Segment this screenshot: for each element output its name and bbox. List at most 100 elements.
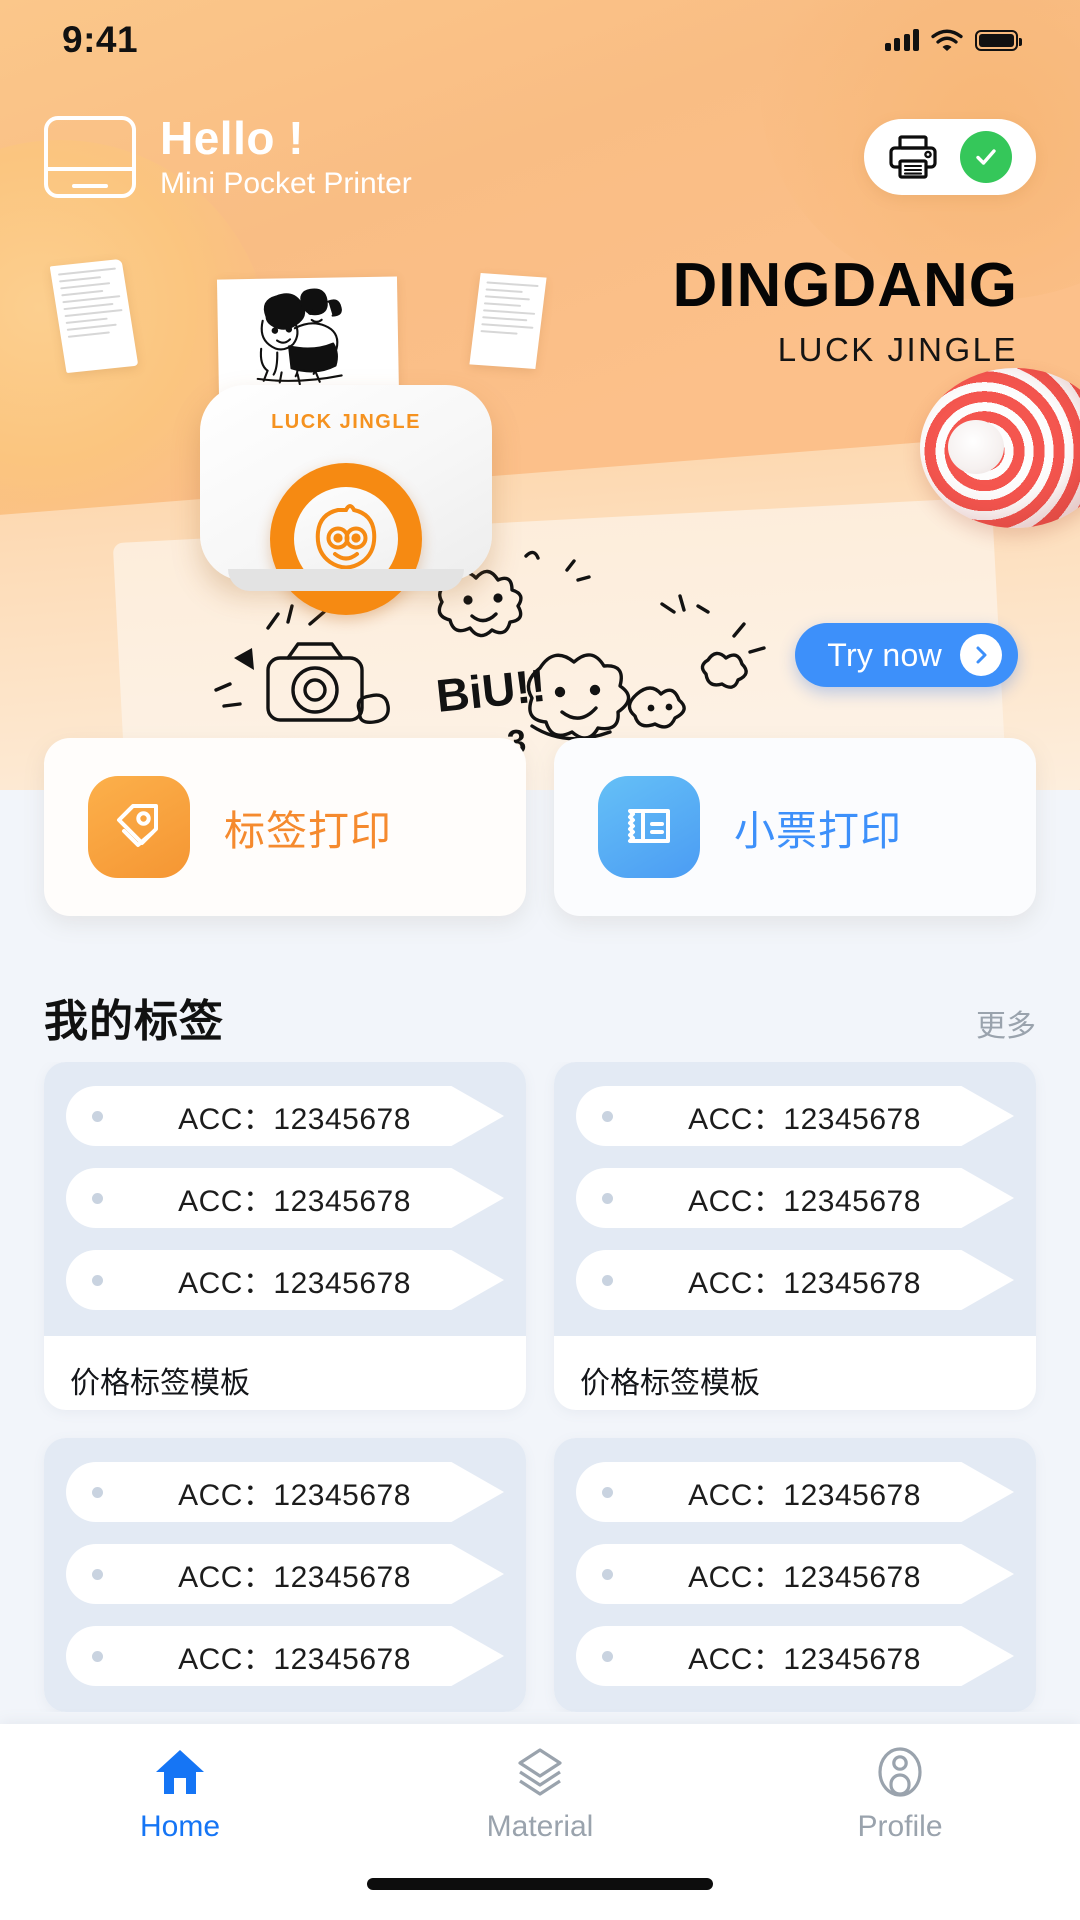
bullet-dot-icon	[92, 1568, 103, 1580]
label-ribbon-text: ACC：12345678	[688, 1479, 921, 1512]
label-ribbon-row: ACC：12345678	[66, 1544, 504, 1604]
check-circle-icon	[960, 131, 1012, 183]
brand-tagline: LUCK JINGLE	[777, 331, 1018, 368]
home-icon	[156, 1750, 204, 1794]
tab-profile-label: Profile	[857, 1810, 943, 1843]
label-ribbon-text: ACC：12345678	[688, 1185, 921, 1218]
label-ribbon-text: ACC：12345678	[178, 1561, 411, 1594]
label-ribbon-row: ACC：12345678	[66, 1462, 504, 1522]
printer-button-ring	[270, 463, 422, 615]
tab-material[interactable]: Material	[360, 1746, 720, 1844]
label-ribbon-text: ACC：12345678	[688, 1643, 921, 1676]
bullet-dot-icon	[602, 1192, 613, 1204]
printed-doodle-art	[256, 288, 343, 386]
printer-brand-label: LUCK JINGLE	[271, 411, 421, 433]
status-bar-icons	[884, 29, 1022, 52]
label-print-card[interactable]: 标签打印	[44, 738, 526, 916]
label-ribbon-text: ACC：12345678	[178, 1479, 411, 1512]
quick-action-cards: 标签打印 小票打印	[0, 738, 1080, 916]
bullet-dot-icon	[92, 1110, 103, 1122]
label-template-card[interactable]: ACC：12345678 ACC：12345678 ACC：12345678	[44, 1438, 526, 1712]
label-template-card[interactable]: ACC：12345678 ACC：12345678 ACC：12345678	[554, 1438, 1036, 1712]
printed-photo-sheet	[216, 276, 400, 400]
label-ribbon-text: ACC：12345678	[688, 1267, 921, 1300]
try-now-label: Try now	[827, 636, 942, 673]
label-preview: ACC：12345678 ACC：12345678 ACC：12345678	[44, 1062, 526, 1336]
label-ribbon-text: ACC：12345678	[688, 1561, 921, 1594]
tab-profile[interactable]: Profile	[720, 1746, 1080, 1844]
status-bar: 9:41	[0, 0, 1080, 80]
battery-icon	[975, 29, 1022, 51]
receipt-print-label: 小票打印	[734, 808, 902, 854]
label-preview: ACC：12345678 ACC：12345678 ACC：12345678	[44, 1438, 526, 1712]
bullet-dot-icon	[602, 1110, 613, 1122]
chevron-right-circle-icon	[960, 634, 1002, 676]
greeting-block: Hello ! Mini Pocket Printer	[160, 112, 412, 202]
status-bar-time: 9:41	[62, 19, 139, 60]
label-meta: 价格标签模板 2023-05-11（15*30mm）	[44, 1336, 526, 1410]
layers-icon	[518, 1748, 562, 1796]
greeting-text: Hello !	[160, 111, 305, 164]
tab-home[interactable]: Home	[0, 1746, 360, 1844]
label-ribbon-text: ACC：12345678	[178, 1643, 411, 1676]
bullet-dot-icon	[92, 1192, 103, 1204]
my-labels-header: 我的标签 更多	[0, 985, 1080, 1049]
label-ribbon-row: ACC：12345678	[576, 1462, 1014, 1522]
brand-title-block: DINGDANG LUCK JINGLE	[672, 255, 1018, 369]
label-ribbon-row: ACC：12345678	[576, 1544, 1014, 1604]
app-header: Hello ! Mini Pocket Printer	[0, 108, 1080, 206]
try-now-button[interactable]: Try now	[795, 623, 1018, 687]
label-ribbon-row: ACC：12345678	[576, 1626, 1014, 1686]
tab-material-label: Material	[486, 1810, 594, 1843]
bullet-dot-icon	[602, 1274, 613, 1286]
brand-name: DINGDANG	[672, 251, 1018, 320]
label-preview: ACC：12345678 ACC：12345678 ACC：12345678	[554, 1062, 1036, 1336]
label-ribbon-row: ACC：12345678	[576, 1250, 1014, 1310]
my-labels-more-link[interactable]: 更多	[976, 1001, 1036, 1045]
label-ribbon-row: ACC：12345678	[66, 1626, 504, 1686]
home-indicator	[367, 1878, 713, 1890]
label-ribbon-row: ACC：12345678	[576, 1168, 1014, 1228]
label-ribbon-text: ACC：12345678	[178, 1103, 411, 1136]
label-ribbon-row: ACC：12345678	[66, 1086, 504, 1146]
label-template-name: 价格标签模板	[70, 1367, 250, 1400]
printer-base	[228, 569, 464, 591]
label-ribbon-row: ACC：12345678	[66, 1250, 504, 1310]
label-ribbon-text: ACC：12345678	[178, 1267, 411, 1300]
receipt-print-card[interactable]: 小票打印	[554, 738, 1036, 916]
label-ribbon-row: ACC：12345678	[576, 1086, 1014, 1146]
receipt-icon	[598, 776, 700, 878]
bullet-dot-icon	[602, 1568, 613, 1580]
printer-status-button[interactable]	[864, 119, 1036, 195]
label-preview: ACC：12345678 ACC：12345678 ACC：12345678	[554, 1438, 1036, 1712]
printer-outline-logo	[44, 116, 136, 198]
signal-bars-icon	[884, 29, 919, 51]
receipt-paper-right	[469, 273, 547, 369]
bullet-dot-icon	[92, 1650, 103, 1662]
receipt-lines	[472, 273, 547, 349]
label-template-card[interactable]: ACC：12345678 ACC：12345678 ACC：12345678 价…	[554, 1062, 1036, 1410]
person-icon	[878, 1747, 922, 1797]
label-ribbon-row: ACC：12345678	[66, 1168, 504, 1228]
label-print-label: 标签打印	[224, 808, 392, 854]
my-labels-title: 我的标签	[44, 997, 224, 1046]
label-template-card[interactable]: ACC：12345678 ACC：12345678 ACC：12345678 价…	[44, 1062, 526, 1410]
bullet-dot-icon	[602, 1650, 613, 1662]
label-ribbon-text: ACC：12345678	[688, 1103, 921, 1136]
label-ribbon-text: ACC：12345678	[178, 1185, 411, 1218]
bullet-dot-icon	[602, 1486, 613, 1498]
wifi-icon	[931, 29, 963, 51]
printer-icon	[889, 135, 937, 179]
bottom-tab-bar: Home Material Profile	[0, 1724, 1080, 1920]
my-labels-grid: ACC：12345678 ACC：12345678 ACC：12345678 价…	[0, 1062, 1080, 1712]
tag-icon	[88, 776, 190, 878]
label-meta: 价格标签模板 2023-05-11（15*30mm）	[554, 1336, 1036, 1410]
bullet-dot-icon	[92, 1486, 103, 1498]
tab-home-label: Home	[139, 1810, 221, 1843]
receipt-lines	[50, 259, 135, 351]
printer-face-logo	[315, 504, 377, 570]
label-template-name: 价格标签模板	[580, 1367, 760, 1400]
bullet-dot-icon	[92, 1274, 103, 1286]
printer-body: LUCK JINGLE	[200, 385, 492, 615]
device-subtitle: Mini Pocket Printer	[160, 167, 412, 201]
